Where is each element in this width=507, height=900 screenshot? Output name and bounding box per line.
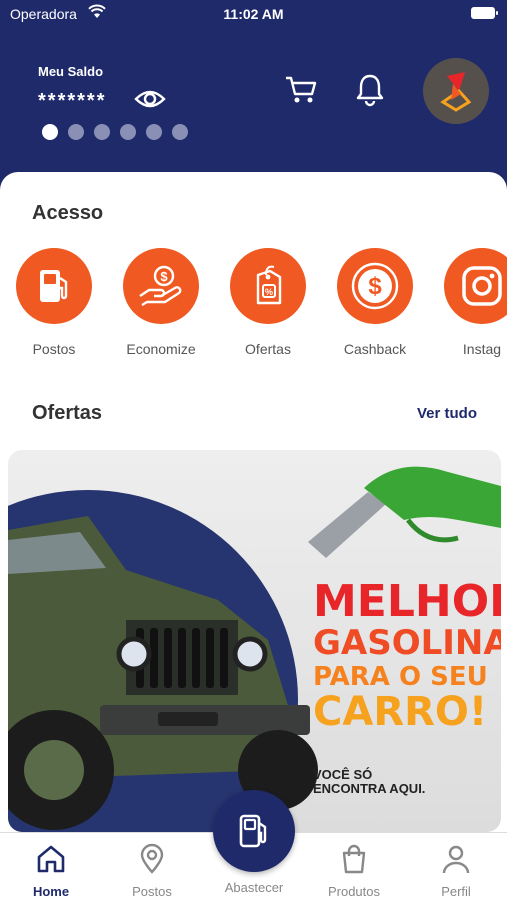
price-tag-icon: % bbox=[256, 265, 282, 305]
access-list: Postos $ Economize % Ofertas $ Cashback … bbox=[16, 248, 507, 357]
balance-label: Meu Saldo bbox=[38, 64, 104, 79]
access-item-economize[interactable]: $ Economize bbox=[123, 248, 199, 357]
carousel-dots bbox=[42, 124, 188, 140]
brand-logo-icon bbox=[440, 72, 472, 112]
headline-line: CARRO! bbox=[313, 689, 488, 735]
carousel-dot[interactable] bbox=[172, 124, 188, 140]
instagram-icon bbox=[462, 266, 502, 306]
access-circle: % bbox=[230, 248, 306, 324]
dollar-coin-icon: $ bbox=[351, 262, 399, 310]
access-item-label: Cashback bbox=[343, 341, 407, 357]
access-item-instagram[interactable]: Instag bbox=[444, 248, 507, 357]
banner-subtitle: VOCÊ SÓ ENCONTRA AQUI. bbox=[313, 767, 426, 796]
access-item-label: Economize bbox=[126, 341, 196, 357]
cart-icon[interactable] bbox=[284, 74, 318, 106]
access-item-cashback[interactable]: $ Cashback bbox=[337, 248, 413, 357]
fuel-pump-icon bbox=[40, 270, 68, 302]
access-section-title: Acesso bbox=[32, 202, 104, 224]
status-bar: Operadora 11:02 AM bbox=[0, 0, 507, 28]
coin-hand-icon: $ bbox=[139, 265, 182, 307]
battery-icon bbox=[471, 7, 498, 19]
profile-avatar[interactable] bbox=[423, 58, 489, 124]
access-item-ofertas[interactable]: % Ofertas bbox=[230, 248, 306, 357]
svg-text:$: $ bbox=[368, 273, 382, 300]
banner-headline: MELHOR GASOLINA PARA O SEU CARRO! bbox=[313, 576, 501, 735]
user-icon bbox=[442, 845, 470, 874]
bell-icon[interactable] bbox=[355, 73, 385, 107]
home-icon bbox=[37, 845, 65, 873]
main-content: Acesso Postos $ Economize % Ofertas $ Ca… bbox=[0, 172, 507, 832]
nav-item-label: Perfil bbox=[441, 884, 471, 899]
map-pin-icon bbox=[140, 843, 164, 874]
nav-item-produtos[interactable]: Produtos bbox=[309, 843, 399, 899]
see-all-link[interactable]: Ver tudo bbox=[417, 405, 477, 422]
access-item-label: Postos bbox=[32, 341, 76, 357]
access-item-label: Ofertas bbox=[245, 341, 291, 357]
balance-value: ******* bbox=[38, 90, 107, 112]
access-item-postos[interactable]: Postos bbox=[16, 248, 92, 357]
headline-line: GASOLINA bbox=[313, 623, 501, 663]
carousel-dot[interactable] bbox=[42, 124, 58, 140]
access-circle bbox=[16, 248, 92, 324]
shopping-bag-icon bbox=[342, 844, 366, 874]
clock: 11:02 AM bbox=[223, 6, 284, 22]
fuel-pump-icon bbox=[239, 814, 267, 848]
offers-section-title: Ofertas bbox=[32, 402, 103, 424]
carousel-dot[interactable] bbox=[146, 124, 162, 140]
nav-item-label: Produtos bbox=[327, 884, 381, 899]
nav-item-label: Postos bbox=[132, 884, 172, 899]
access-circle bbox=[444, 248, 507, 324]
headline-line: PARA O SEU bbox=[313, 662, 488, 692]
access-item-label: Instag bbox=[462, 341, 502, 357]
nav-item-label: Home bbox=[32, 884, 70, 899]
refuel-label: Abastecer bbox=[224, 880, 284, 895]
balance-header: Meu Saldo ******* bbox=[0, 28, 507, 188]
carousel-dot[interactable] bbox=[94, 124, 110, 140]
svg-text:$: $ bbox=[160, 269, 168, 284]
access-circle: $ bbox=[123, 248, 199, 324]
nav-item-perfil[interactable]: Perfil bbox=[411, 843, 501, 899]
carousel-dot[interactable] bbox=[68, 124, 84, 140]
access-circle: $ bbox=[337, 248, 413, 324]
offer-banner[interactable]: MELHOR GASOLINA PARA O SEU CARRO! VOCÊ S… bbox=[8, 450, 501, 832]
eye-icon[interactable] bbox=[134, 86, 166, 112]
carousel-dot[interactable] bbox=[120, 124, 136, 140]
headline-line: MELHOR bbox=[313, 576, 501, 627]
nav-item-postos[interactable]: Postos bbox=[107, 843, 197, 899]
refuel-button[interactable] bbox=[213, 790, 295, 872]
svg-text:%: % bbox=[265, 287, 273, 297]
nav-item-home[interactable]: Home bbox=[6, 843, 96, 899]
